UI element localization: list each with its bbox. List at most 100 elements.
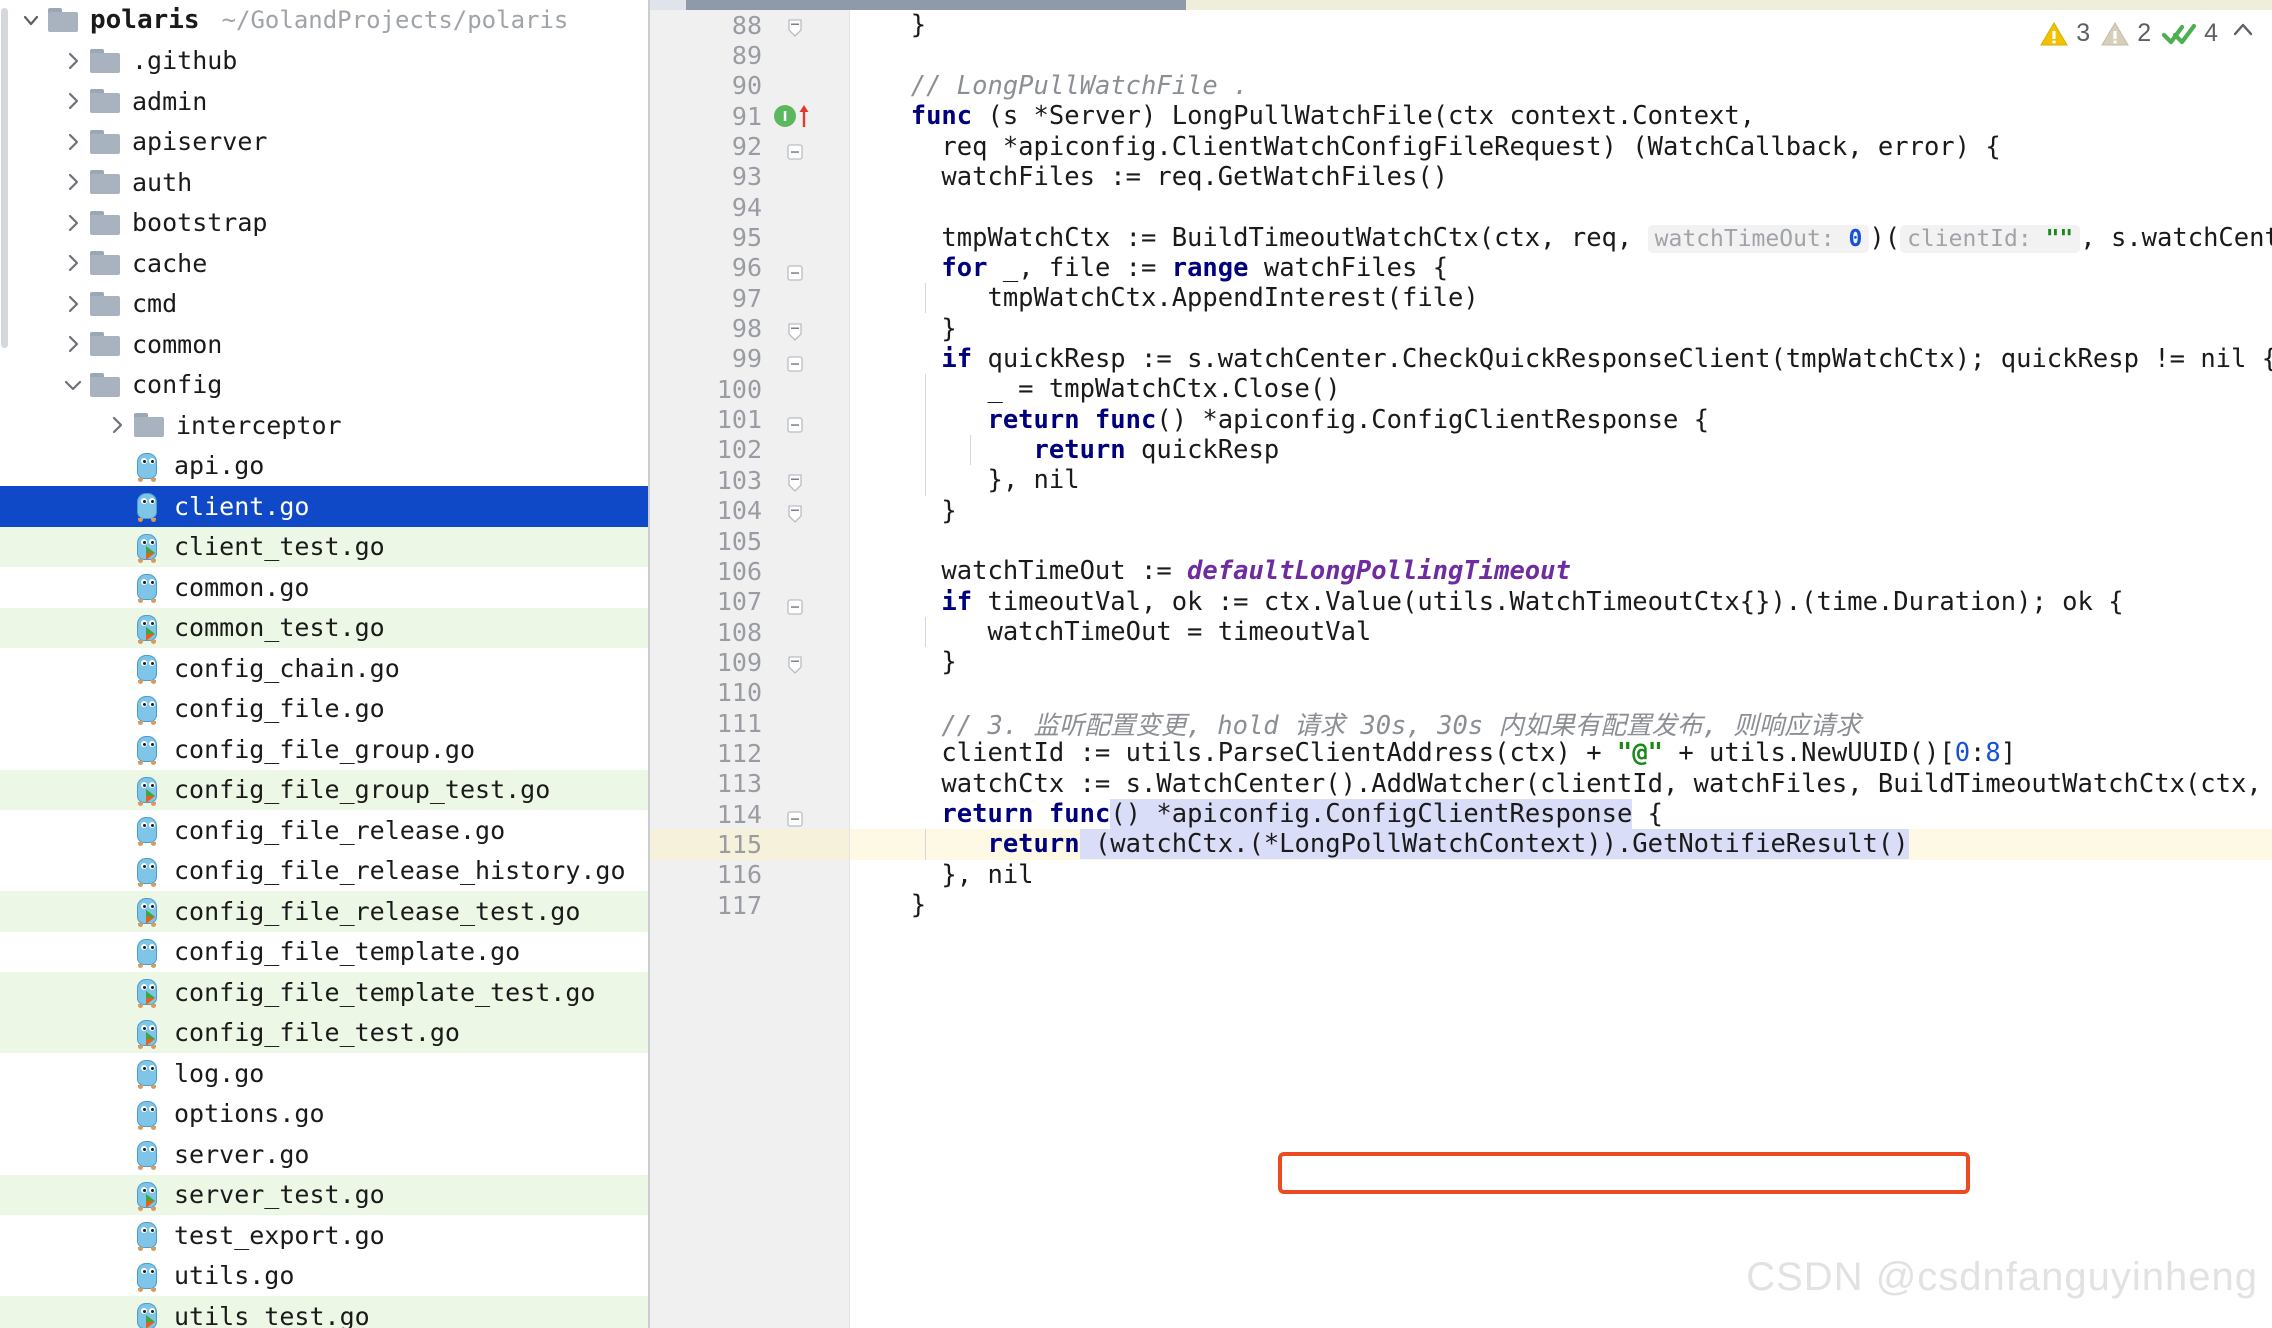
fold-end-icon[interactable] [786,471,804,492]
tree-item-config[interactable]: config [0,365,648,406]
gutter-cell[interactable]: 92 [650,131,850,162]
warning-group[interactable]: 3 [2039,19,2090,48]
code-line-content[interactable]: } [850,647,2272,677]
tree-item-config-file-template-test-go[interactable]: config_file_template_test.go [0,972,648,1013]
code-line-107[interactable]: 107 if timeoutVal, ok := ctx.Value(utils… [650,586,2272,617]
gutter-cell[interactable]: 110 [650,677,850,708]
code-line-content[interactable]: return func() *apiconfig.ConfigClientRes… [850,799,2272,830]
code-line-content[interactable] [850,678,2272,708]
code-line-content[interactable]: } [850,313,2272,344]
code-line-89[interactable]: 89 [650,40,2272,71]
gutter-cell[interactable]: 93 [650,161,850,193]
chevron-right-icon[interactable] [60,210,86,236]
gutter-cell[interactable]: 97 [650,283,850,314]
tree-item-config-file-group-test-go[interactable]: config_file_group_test.go [0,769,648,810]
tree-item-apiserver[interactable]: apiserver [0,122,648,163]
editor-scrollbar-thumb[interactable] [686,0,1186,10]
code-line-content[interactable] [850,526,2272,556]
fold-end-icon[interactable] [786,502,804,523]
code-line-content[interactable]: }, nil [850,860,2272,890]
fold-collapse-icon[interactable] [786,259,804,281]
code-line-content[interactable]: watchTimeOut = timeoutVal [850,616,2272,648]
code-line-content[interactable]: // 3. 监听配置变更, hold 请求 30s, 30s 内如果有配置发布,… [850,708,2272,741]
gutter-cell[interactable]: 100 [650,374,850,405]
gutter-cell[interactable]: 116 [650,859,850,890]
fold-collapse-icon[interactable] [786,805,804,827]
tree-item-test-export-go[interactable]: test_export.go [0,1215,648,1256]
code-line-content[interactable]: return (watchCtx.(*LongPollWatchContext)… [850,829,2272,860]
code-line-93[interactable]: 93 watchFiles := req.GetWatchFiles() [650,161,2272,193]
code-line-110[interactable]: 110 [650,677,2272,708]
code-line-content[interactable]: } [850,890,2272,920]
code-line-content[interactable]: }, nil [850,465,2272,496]
code-line-content[interactable]: return quickResp [850,434,2272,466]
fold-collapse-icon[interactable] [786,411,804,433]
code-line-content[interactable]: clientId := utils.ParseClientAddress(ctx… [850,738,2272,768]
fold-end-icon[interactable] [786,16,804,37]
code-line-98[interactable]: 98 } [650,313,2272,344]
inspection-status-widget[interactable]: 3 2 4 [2039,16,2258,51]
gutter-cell[interactable]: 117 [650,889,850,921]
chevron-right-icon[interactable] [60,331,86,357]
tree-item-config-file-template-go[interactable]: config_file_template.go [0,932,648,973]
gutter-cell[interactable]: 89 [650,40,850,71]
code-line-content[interactable]: watchCtx := s.WatchCenter().AddWatcher(c… [850,769,2272,799]
code-line-115[interactable]: 115 return (watchCtx.(*LongPollWatchCont… [650,829,2272,860]
code-line-92[interactable]: 92 req *apiconfig.ClientWatchConfigFileR… [650,131,2272,162]
chevron-right-icon[interactable] [60,48,86,74]
tree-item-root-polaris[interactable]: polaris ~/GolandProjects/polaris [0,0,648,41]
gutter-cell[interactable]: 102 [650,434,850,466]
tree-item-utils-go[interactable]: utils.go [0,1256,648,1297]
code-line-content[interactable]: watchTimeOut := defaultLongPollingTimeou… [850,556,2272,586]
tree-item-log-go[interactable]: log.go [0,1053,648,1094]
chevron-right-icon[interactable] [60,291,86,317]
code-line-99[interactable]: 99 if quickResp := s.watchCenter.CheckQu… [650,343,2272,375]
gutter-cell[interactable]: 90 [650,70,850,102]
tree-item-common-go[interactable]: common.go [0,567,648,608]
tree-item-config-file-release-go[interactable]: config_file_release.go [0,810,648,851]
tree-item-common[interactable]: common [0,324,648,365]
tree-item-config-chain-go[interactable]: config_chain.go [0,648,648,689]
code-line-103[interactable]: 103 }, nil [650,465,2272,496]
gutter-cell[interactable]: 88 [650,10,850,41]
tree-item-config-file-release-test-go[interactable]: config_file_release_test.go [0,891,648,932]
code-line-112[interactable]: 112 clientId := utils.ParseClientAddress… [650,738,2272,769]
gutter-cell[interactable]: 108 [650,616,850,648]
gutter-cell[interactable]: 101 [650,404,850,435]
implemented-interface-icon[interactable]: I [772,102,842,130]
gutter-cell[interactable]: 91 I [650,101,850,132]
code-line-101[interactable]: 101 return func() *apiconfig.ConfigClien… [650,404,2272,435]
code-line-content[interactable]: if timeoutVal, ok := ctx.Value(utils.Wat… [850,587,2272,617]
gutter-cell[interactable]: 115 [650,829,850,860]
fold-end-icon[interactable] [786,653,804,675]
code-line-97[interactable]: 97 tmpWatchCtx.AppendInterest(file) [650,283,2272,314]
tree-item-client-test-go[interactable]: client_test.go [0,526,648,567]
code-line-102[interactable]: 102 return quickResp [650,434,2272,466]
tree-item-config-file-release-history-go[interactable]: config_file_release_history.go [0,851,648,892]
code-line-content[interactable]: } [850,496,2272,526]
code-line-content[interactable]: for _, file := range watchFiles { [850,253,2272,283]
code-line-100[interactable]: 100 _ = tmpWatchCtx.Close() [650,374,2272,405]
code-line-96[interactable]: 96 for _, file := range watchFiles { [650,252,2272,284]
gutter-cell[interactable]: 105 [650,525,850,557]
tree-item-config-file-test-go[interactable]: config_file_test.go [0,1012,648,1053]
weak-warning-group[interactable]: 2 [2100,19,2151,48]
tree-item-cache[interactable]: cache [0,243,648,284]
tree-item-server-test-go[interactable]: server_test.go [0,1174,648,1215]
code-line-content[interactable]: if quickResp := s.watchCenter.CheckQuick… [850,344,2272,374]
code-line-90[interactable]: 90 // LongPullWatchFile . [650,70,2272,102]
editor-horizontal-scrollbar[interactable] [650,0,2272,10]
gutter-cell[interactable]: 95 [650,222,850,253]
chevron-up-icon[interactable] [2228,16,2258,51]
tree-item-cmd[interactable]: cmd [0,284,648,325]
tree-item-admin[interactable]: admin [0,81,648,122]
code-line-content[interactable]: func (s *Server) LongPullWatchFile(ctx c… [850,101,2272,131]
gutter-cell[interactable]: 111 [650,707,850,739]
code-line-106[interactable]: 106 watchTimeOut := defaultLongPollingTi… [650,556,2272,587]
chevron-down-icon[interactable] [18,7,44,33]
chevron-right-icon[interactable] [60,169,86,195]
gutter-cell[interactable]: 109 [650,647,850,678]
chevron-right-icon[interactable] [60,250,86,276]
fold-collapse-icon[interactable] [786,138,804,160]
gutter-cell[interactable]: 104 [650,495,850,526]
